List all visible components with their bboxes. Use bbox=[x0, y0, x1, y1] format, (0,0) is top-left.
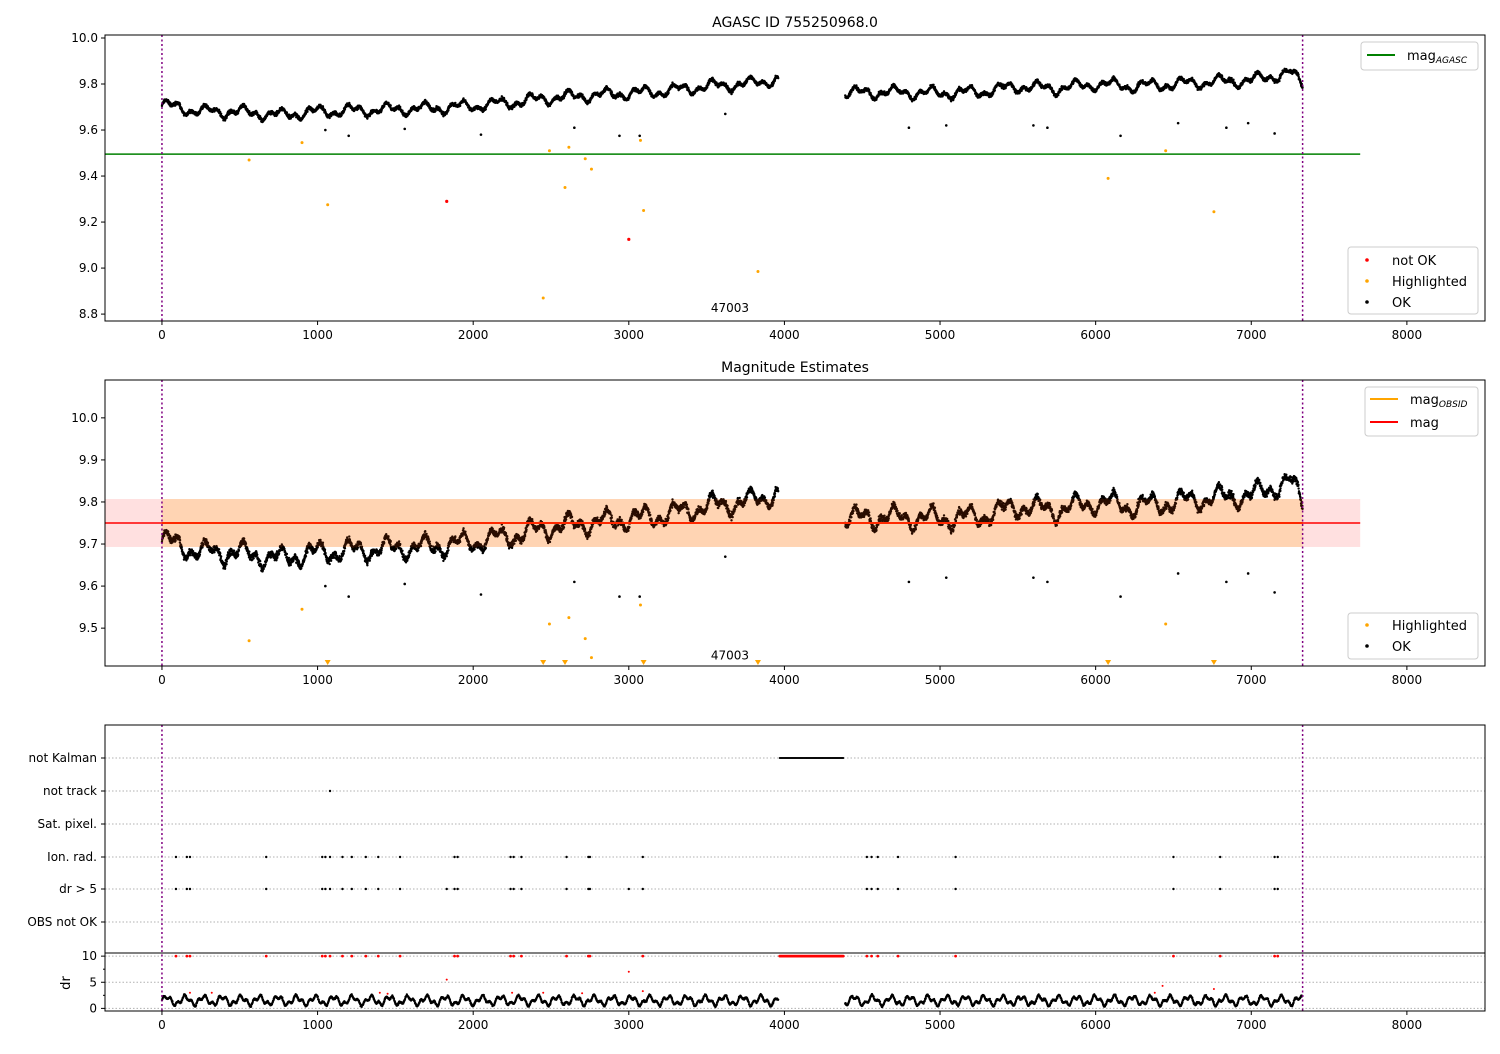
ok-point bbox=[1156, 83, 1158, 85]
ok-point bbox=[503, 97, 505, 99]
ok-point bbox=[401, 110, 403, 112]
chart-title: AGASC ID 755250968.0 bbox=[712, 15, 878, 31]
ok-point bbox=[974, 89, 976, 91]
ok-point bbox=[286, 111, 288, 113]
ok-point bbox=[390, 104, 392, 106]
ok-point bbox=[248, 110, 250, 112]
ok-point bbox=[399, 106, 401, 108]
ok-point bbox=[915, 98, 917, 100]
ok-point bbox=[992, 93, 994, 95]
ok-point bbox=[485, 108, 487, 110]
ok-point bbox=[994, 89, 996, 91]
ok-point bbox=[383, 105, 385, 107]
ok-point bbox=[777, 77, 779, 79]
ok-point bbox=[306, 111, 308, 113]
ok-point bbox=[220, 113, 222, 115]
figure: AGASC ID 755250968.047003010002000300040… bbox=[0, 0, 1500, 1050]
plot-area bbox=[105, 35, 1360, 321]
ok-point bbox=[581, 93, 583, 95]
ok-point bbox=[454, 102, 456, 104]
ok-point bbox=[447, 109, 449, 111]
ok-point bbox=[179, 104, 181, 106]
ok-point bbox=[611, 91, 613, 93]
ok-point bbox=[667, 92, 669, 94]
panel-agasc: AGASC ID 755250968.047003010002000300040… bbox=[71, 15, 1485, 342]
ok-point bbox=[1142, 79, 1144, 81]
ok-point bbox=[459, 105, 461, 107]
ok-point bbox=[910, 95, 912, 97]
ok-point bbox=[1057, 94, 1059, 96]
ok-point bbox=[725, 82, 727, 84]
ok-point bbox=[1051, 87, 1053, 89]
ok-point bbox=[932, 84, 934, 86]
